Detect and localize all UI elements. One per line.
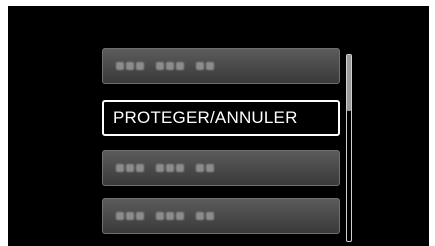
blurred-label <box>116 61 226 71</box>
menu-item-protect-cancel[interactable]: PROTEGER/ANNULER <box>102 100 340 136</box>
scrollbar-track[interactable] <box>346 54 352 242</box>
blurred-label <box>116 163 226 173</box>
menu-item-3[interactable] <box>102 150 340 186</box>
menu-item-1[interactable] <box>102 48 340 84</box>
menu-screen: PROTEGER/ANNULER <box>8 6 429 246</box>
menu-item-4[interactable] <box>102 198 340 234</box>
scrollbar-thumb[interactable] <box>347 55 351 111</box>
blurred-label <box>116 211 226 221</box>
menu-item-label: PROTEGER/ANNULER <box>113 108 298 127</box>
